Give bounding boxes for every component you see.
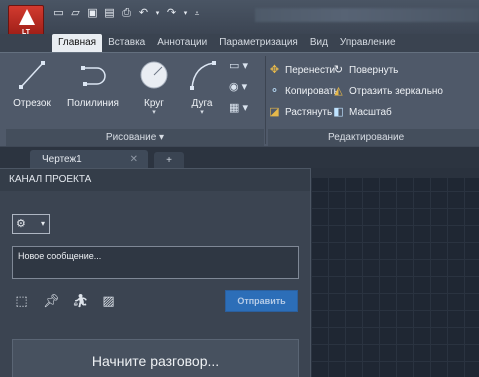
copy-tool[interactable]: ⚬ Копировать (268, 85, 339, 98)
project-feed-palette: КАНАЛ ПРОЕКТА ⚙ ▾ Новое сообщение... ⬚ 📌… (0, 168, 310, 377)
attachment-toolbar: ⬚ 📌︎ ⛹︎ ▨ (14, 293, 116, 308)
stretch-tool[interactable]: ◪ Растянуть (268, 106, 332, 119)
copy-icon: ⚬ (269, 85, 280, 97)
new-tab-button[interactable]: + (154, 152, 184, 169)
saveas-icon[interactable]: ▤ (103, 8, 116, 19)
print-icon[interactable]: ⎙ (120, 8, 133, 19)
polyline-icon (77, 58, 109, 92)
circle-tool[interactable]: Круг ▾ (134, 58, 174, 116)
add-user-icon[interactable]: ⛹︎ (72, 293, 89, 308)
window-title (255, 8, 479, 22)
gradient-icon[interactable]: ▦ ▾ (229, 101, 261, 122)
arc-dropdown-icon[interactable]: ▾ (182, 108, 222, 116)
send-button[interactable]: Отправить (225, 290, 298, 312)
modify-panel-label[interactable]: Редактирование (268, 129, 479, 147)
mirror-label: Отразить зеркально (349, 86, 443, 97)
quick-access-toolbar: ▭ ▱ ▣ ▤ ⎙ ↶ ▾ ↷ ▾ ⩡ (52, 8, 201, 19)
stretch-icon: ◪ (269, 106, 280, 118)
circle-dropdown-icon[interactable]: ▾ (134, 108, 174, 116)
draw-panel-label[interactable]: Рисование ▾ (6, 129, 264, 147)
line-label: Отрезок (13, 98, 51, 109)
close-icon[interactable]: ✕ (130, 150, 138, 169)
open-icon[interactable]: ▱ (69, 8, 82, 19)
new-message-input[interactable]: Новое сообщение... (12, 246, 299, 279)
tab-manage[interactable]: Управление (334, 34, 402, 52)
drawing-tab-label: Чертеж1 (42, 154, 82, 165)
pin-icon[interactable]: 📌︎ (43, 293, 60, 308)
gear-icon: ⚙ (16, 218, 26, 230)
line-icon (16, 58, 48, 92)
scale-icon: ◧ (333, 106, 344, 118)
tab-parametric[interactable]: Параметризация (213, 34, 304, 52)
image-icon[interactable]: ▨ (101, 293, 116, 308)
ribbon-panel: Отрезок Полилиния Круг ▾ Дуга ▾ ▭ ▾ ◉ ▾ … (0, 52, 479, 147)
panel-divider (265, 56, 266, 144)
move-icon: ✥ (269, 64, 280, 76)
customize-icon[interactable]: ⩡ (193, 8, 201, 19)
arc-tool[interactable]: Дуга ▾ (182, 58, 222, 116)
undo-dropdown-icon[interactable]: ▾ (154, 8, 161, 19)
document-tabs: Чертеж1 ✕ + (0, 146, 479, 169)
tab-insert[interactable]: Вставка (102, 34, 151, 52)
rectangle-icon[interactable]: ▭ ▾ (229, 59, 261, 80)
tab-home[interactable]: Главная (52, 34, 103, 52)
save-icon[interactable]: ▣ (86, 8, 99, 19)
arc-icon (186, 58, 218, 92)
line-tool[interactable]: Отрезок (6, 58, 58, 109)
tab-drawing1[interactable]: Чертеж1 ✕ (30, 150, 148, 169)
hatch-icon[interactable]: ◉ ▾ (229, 80, 261, 101)
rotate-label: Повернуть (349, 65, 399, 76)
circle-icon (138, 58, 170, 92)
tab-strip-spacer (0, 34, 52, 52)
plus-icon: + (166, 155, 172, 166)
move-label: Перенести (285, 65, 336, 76)
title-bar: LT ▭ ▱ ▣ ▤ ⎙ ↶ ▾ ↷ ▾ ⩡ (0, 0, 479, 38)
move-tool[interactable]: ✥ Перенести (268, 64, 335, 77)
redo-icon[interactable]: ↷ (165, 8, 178, 19)
new-icon[interactable]: ▭ (52, 8, 65, 19)
ribbon-tabs: Главная Вставка Аннотации Параметризация… (52, 34, 479, 52)
palette-title: КАНАЛ ПРОЕКТА (0, 169, 310, 191)
redo-dropdown-icon[interactable]: ▾ (182, 8, 189, 19)
start-conversation-prompt: Начните разговор... (12, 339, 299, 377)
scale-tool[interactable]: ◧ Масштаб (332, 106, 392, 119)
polyline-label: Полилиния (67, 98, 119, 109)
tab-annotate[interactable]: Аннотации (151, 34, 213, 52)
canvas-top-strip (311, 168, 479, 178)
mirror-icon: ◭ (334, 85, 343, 97)
draw-panel: Отрезок Полилиния Круг ▾ Дуга ▾ ▭ ▾ ◉ ▾ … (6, 53, 264, 147)
select-area-icon[interactable]: ⬚ (14, 293, 29, 308)
drawing-canvas[interactable] (310, 168, 479, 377)
draw-small-tools: ▭ ▾ ◉ ▾ ▦ ▾ (229, 59, 261, 122)
chevron-down-icon: ▾ (40, 219, 45, 228)
tab-view[interactable]: Вид (304, 34, 334, 52)
scale-label: Масштаб (349, 107, 392, 118)
copy-label: Копировать (285, 86, 339, 97)
mirror-tool[interactable]: ◭ Отразить зеркально (332, 85, 443, 98)
autocad-logo-icon (19, 9, 35, 25)
undo-icon[interactable]: ↶ (137, 8, 150, 19)
modify-panel: ✥ Перенести ⚬ Копировать ◪ Растянуть ↻ П… (268, 53, 479, 147)
settings-menu-button[interactable]: ⚙ ▾ (12, 214, 50, 234)
stretch-label: Растянуть (285, 107, 333, 118)
polyline-tool[interactable]: Полилиния (60, 58, 126, 109)
rotate-tool[interactable]: ↻ Повернуть (332, 64, 399, 77)
rotate-icon: ↻ (333, 64, 344, 76)
